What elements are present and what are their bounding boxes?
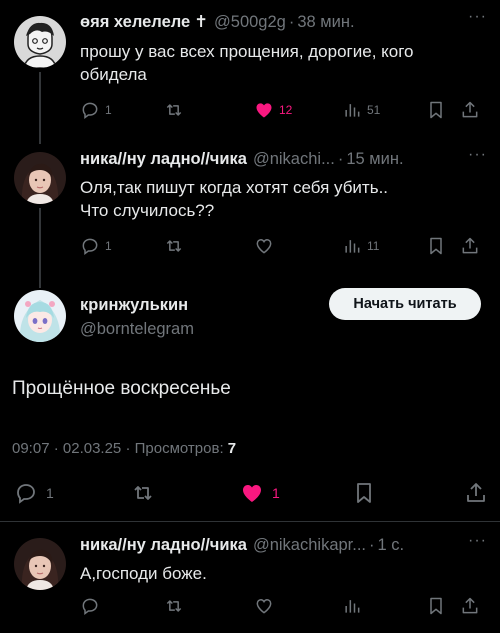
- reply-icon: [82, 598, 98, 615]
- like-button[interactable]: 12: [254, 98, 292, 122]
- views-count: 51: [367, 103, 381, 117]
- reply-button[interactable]: 1: [14, 481, 54, 505]
- more-options-icon[interactable]: ···: [468, 146, 487, 164]
- retweet-button[interactable]: [164, 98, 184, 122]
- retweet-button[interactable]: [164, 234, 184, 258]
- thread-line: [39, 72, 41, 144]
- main-actions: 1 1: [14, 481, 490, 505]
- post1-actions: 1 12 51: [80, 98, 490, 122]
- bookmark-button[interactable]: [426, 594, 446, 618]
- share-button[interactable]: [460, 98, 480, 122]
- main-author-handle[interactable]: @borntelegram: [80, 320, 194, 339]
- bookmark-button[interactable]: [352, 481, 376, 505]
- author-handle[interactable]: @500g2g: [214, 13, 286, 32]
- views-count: 7: [227, 440, 237, 457]
- reply-button[interactable]: 1: [80, 98, 112, 122]
- bookmark-button[interactable]: [426, 98, 446, 122]
- post2-header: ника//ну ладно//чика @nikachi... · 15 ми…: [80, 150, 404, 169]
- more-options-icon[interactable]: ···: [468, 8, 487, 26]
- post-time[interactable]: 09:07: [12, 440, 50, 457]
- heart-outline-icon: [256, 238, 272, 254]
- post1-text-line2: обидела: [80, 65, 147, 84]
- post2-text-line2: Что случилось??: [80, 201, 215, 220]
- views-count: 11: [367, 239, 380, 253]
- author-handle[interactable]: @nikachi...: [253, 150, 335, 169]
- avatar-post1[interactable]: [14, 16, 66, 68]
- share-button[interactable]: [460, 234, 480, 258]
- separator-dot: ·: [369, 536, 375, 554]
- bookmark-icon: [430, 101, 442, 119]
- post1-header: өяя хелелеле ✝ @500g2g · 38 мин.: [80, 12, 355, 32]
- post-time[interactable]: 1 с.: [378, 536, 405, 555]
- main-post-text: Прощённое воскресенье: [12, 378, 231, 399]
- share-button[interactable]: [460, 594, 480, 618]
- like-button[interactable]: 1: [240, 481, 280, 505]
- avatar-post2[interactable]: [14, 152, 66, 204]
- retweet-button[interactable]: [164, 594, 184, 618]
- reply-icon: [82, 238, 98, 255]
- like-button[interactable]: [254, 234, 274, 258]
- heart-outline-icon: [256, 598, 272, 614]
- share-button[interactable]: [464, 481, 488, 505]
- reply-icon: [17, 484, 35, 504]
- thread-line: [39, 208, 41, 288]
- separator-dot: ·: [288, 12, 295, 31]
- reply-actions: [80, 594, 490, 618]
- reply-button[interactable]: [80, 594, 100, 618]
- separator-dot: ·: [53, 440, 63, 457]
- more-options-icon[interactable]: ···: [468, 532, 487, 550]
- post-date[interactable]: 02.03.25: [63, 440, 121, 457]
- views-button[interactable]: 51: [342, 98, 380, 122]
- views-icon: [345, 240, 360, 253]
- retweet-icon: [166, 104, 182, 116]
- post1-text-line1: прошу у вас всех прощения, дорогие, кого: [80, 42, 414, 61]
- views-button[interactable]: 11: [342, 234, 379, 258]
- avatar-reply[interactable]: [14, 538, 66, 590]
- author-handle[interactable]: @nikachikapr...: [253, 536, 366, 555]
- reply-count: 1: [105, 103, 112, 117]
- separator-dot: ·: [125, 440, 135, 457]
- reply-text: А,господи боже.: [80, 564, 207, 583]
- share-icon: [462, 237, 478, 254]
- reply-icon: [82, 102, 98, 119]
- bookmark-icon: [430, 597, 442, 615]
- author-name[interactable]: ника//ну ладно//чика: [80, 536, 247, 555]
- post-time[interactable]: 15 мин.: [346, 150, 403, 169]
- views-button[interactable]: [342, 594, 362, 618]
- reply-button[interactable]: 1: [80, 234, 112, 258]
- heart-filled-icon: [243, 485, 261, 502]
- retweet-button[interactable]: [131, 481, 155, 505]
- post-meta: 09:07 · 02.03.25 · Просмотров: 7: [12, 440, 236, 457]
- bookmark-icon: [357, 483, 371, 503]
- bookmark-icon: [430, 237, 442, 255]
- retweet-icon: [134, 486, 152, 500]
- like-button[interactable]: [254, 594, 274, 618]
- author-name[interactable]: ника//ну ладно//чика: [80, 150, 247, 169]
- main-author-name[interactable]: кринжулькин: [80, 296, 188, 315]
- heart-filled-icon: [256, 103, 272, 118]
- share-icon: [467, 483, 485, 502]
- separator-dot: ·: [337, 150, 344, 168]
- bookmark-button[interactable]: [426, 234, 446, 258]
- views-label: Просмотров:: [134, 440, 224, 457]
- reply-count: 1: [46, 485, 54, 501]
- like-count: 1: [272, 485, 280, 501]
- follow-button[interactable]: Начать читать: [329, 288, 481, 320]
- cross-emoji: ✝: [194, 13, 209, 31]
- share-icon: [462, 597, 478, 614]
- retweet-icon: [166, 240, 182, 252]
- post2-actions: 1 11: [80, 234, 490, 258]
- views-icon: [345, 600, 360, 613]
- share-icon: [462, 101, 478, 118]
- divider: [0, 521, 500, 522]
- avatar-main[interactable]: [14, 290, 66, 342]
- views-icon: [345, 104, 360, 117]
- author-name[interactable]: өяя хелелеле: [80, 13, 190, 32]
- reply-header: ника//ну ладно//чика @nikachikapr... · 1…: [80, 536, 404, 555]
- reply-count: 1: [105, 239, 112, 253]
- post-time[interactable]: 38 мин.: [297, 13, 354, 32]
- like-count: 12: [279, 103, 293, 117]
- post2-text-line1: Оля,так пишут когда хотят себя убить..: [80, 178, 389, 197]
- retweet-icon: [166, 600, 182, 612]
